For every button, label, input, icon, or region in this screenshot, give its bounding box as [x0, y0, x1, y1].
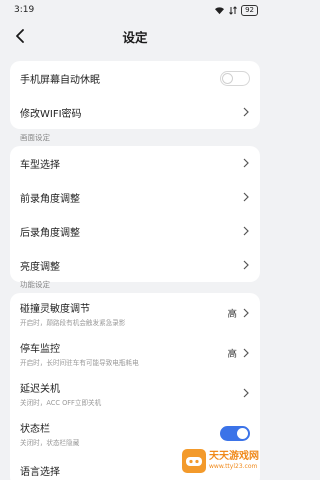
- wifi-password-row[interactable]: 修改WIFI密码: [10, 95, 260, 129]
- parking-monitor-value: 高: [227, 349, 237, 360]
- brightness-label: 亮度调整: [20, 261, 60, 273]
- chevron-right-icon: [243, 107, 249, 117]
- brightness-row[interactable]: 亮度调整: [10, 248, 260, 282]
- rear-angle-label: 后录角度调整: [20, 227, 80, 239]
- parking-monitor-row[interactable]: 停车监控 开启时，长时间驻车有可能导致电瓶耗电 高: [10, 333, 260, 373]
- delay-shutdown-label: 延迟关机: [20, 383, 60, 395]
- collision-sensitivity-label: 碰撞灵敏度调节: [20, 303, 90, 315]
- status-time: 3:19: [14, 5, 35, 15]
- status-bar-toggle[interactable]: [220, 425, 250, 441]
- general-settings-card: 手机屏幕自动休眠 修改WIFI密码: [10, 61, 260, 129]
- chevron-right-icon: [243, 388, 249, 398]
- site-watermark: 天天游戏网 www.ttyl23.com: [182, 446, 266, 476]
- status-bar-setting-label: 状态栏: [20, 423, 50, 435]
- picture-settings-card: 车型选择 前录角度调整 后录角度调整 亮度调整: [10, 146, 260, 282]
- function-section-title: 功能设定: [20, 280, 50, 289]
- auto-sleep-toggle[interactable]: [220, 70, 250, 86]
- delay-shutdown-row[interactable]: 延迟关机 关闭时，ACC OFF立即关机: [10, 373, 260, 413]
- front-angle-row[interactable]: 前录角度调整: [10, 180, 260, 214]
- rear-angle-row[interactable]: 后录角度调整: [10, 214, 260, 248]
- back-button[interactable]: [10, 26, 30, 46]
- car-model-row[interactable]: 车型选择: [10, 146, 260, 180]
- delay-shutdown-desc: 关闭时，ACC OFF立即关机: [20, 398, 102, 407]
- chevron-right-icon: [243, 226, 249, 236]
- auto-sleep-row[interactable]: 手机屏幕自动休眠: [10, 61, 260, 95]
- chevron-right-icon: [243, 348, 249, 358]
- chevron-right-icon: [243, 158, 249, 168]
- watermark-url: www.ttyl23.com: [209, 463, 258, 470]
- page-title: 设定: [122, 29, 148, 45]
- battery-indicator: 92: [241, 4, 258, 16]
- watermark-logo-icon: [182, 449, 206, 473]
- picture-section-title: 画面设定: [20, 133, 50, 142]
- chevron-right-icon: [243, 308, 249, 318]
- chevron-right-icon: [243, 192, 249, 202]
- data-signal-icon: [229, 5, 237, 15]
- parking-monitor-desc: 开启时，长时间驻车有可能导致电瓶耗电: [20, 358, 139, 367]
- collision-sensitivity-row[interactable]: 碰撞灵敏度调节 开启时，颠路段有机会触发紧急录影 高: [10, 293, 260, 333]
- front-angle-label: 前录角度调整: [20, 193, 80, 205]
- nav-bar: 设定: [0, 22, 270, 50]
- status-bar: 3:19 92: [0, 0, 270, 20]
- wifi-password-label: 修改WIFI密码: [20, 108, 82, 120]
- back-arrow-icon: [16, 29, 24, 43]
- auto-sleep-label: 手机屏幕自动休眠: [20, 74, 100, 86]
- watermark-title: 天天游戏网: [209, 451, 259, 462]
- status-icons: 92: [214, 4, 258, 16]
- parking-monitor-label: 停车监控: [20, 343, 60, 355]
- collision-sensitivity-value: 高: [227, 309, 237, 320]
- wifi-icon: [215, 6, 225, 14]
- car-model-label: 车型选择: [20, 159, 60, 171]
- status-bar-setting-desc: 关闭时，状态栏隐藏: [20, 438, 80, 447]
- language-label: 语言选择: [20, 466, 60, 478]
- chevron-right-icon: [243, 260, 249, 270]
- collision-sensitivity-desc: 开启时，颠路段有机会触发紧急录影: [20, 318, 126, 327]
